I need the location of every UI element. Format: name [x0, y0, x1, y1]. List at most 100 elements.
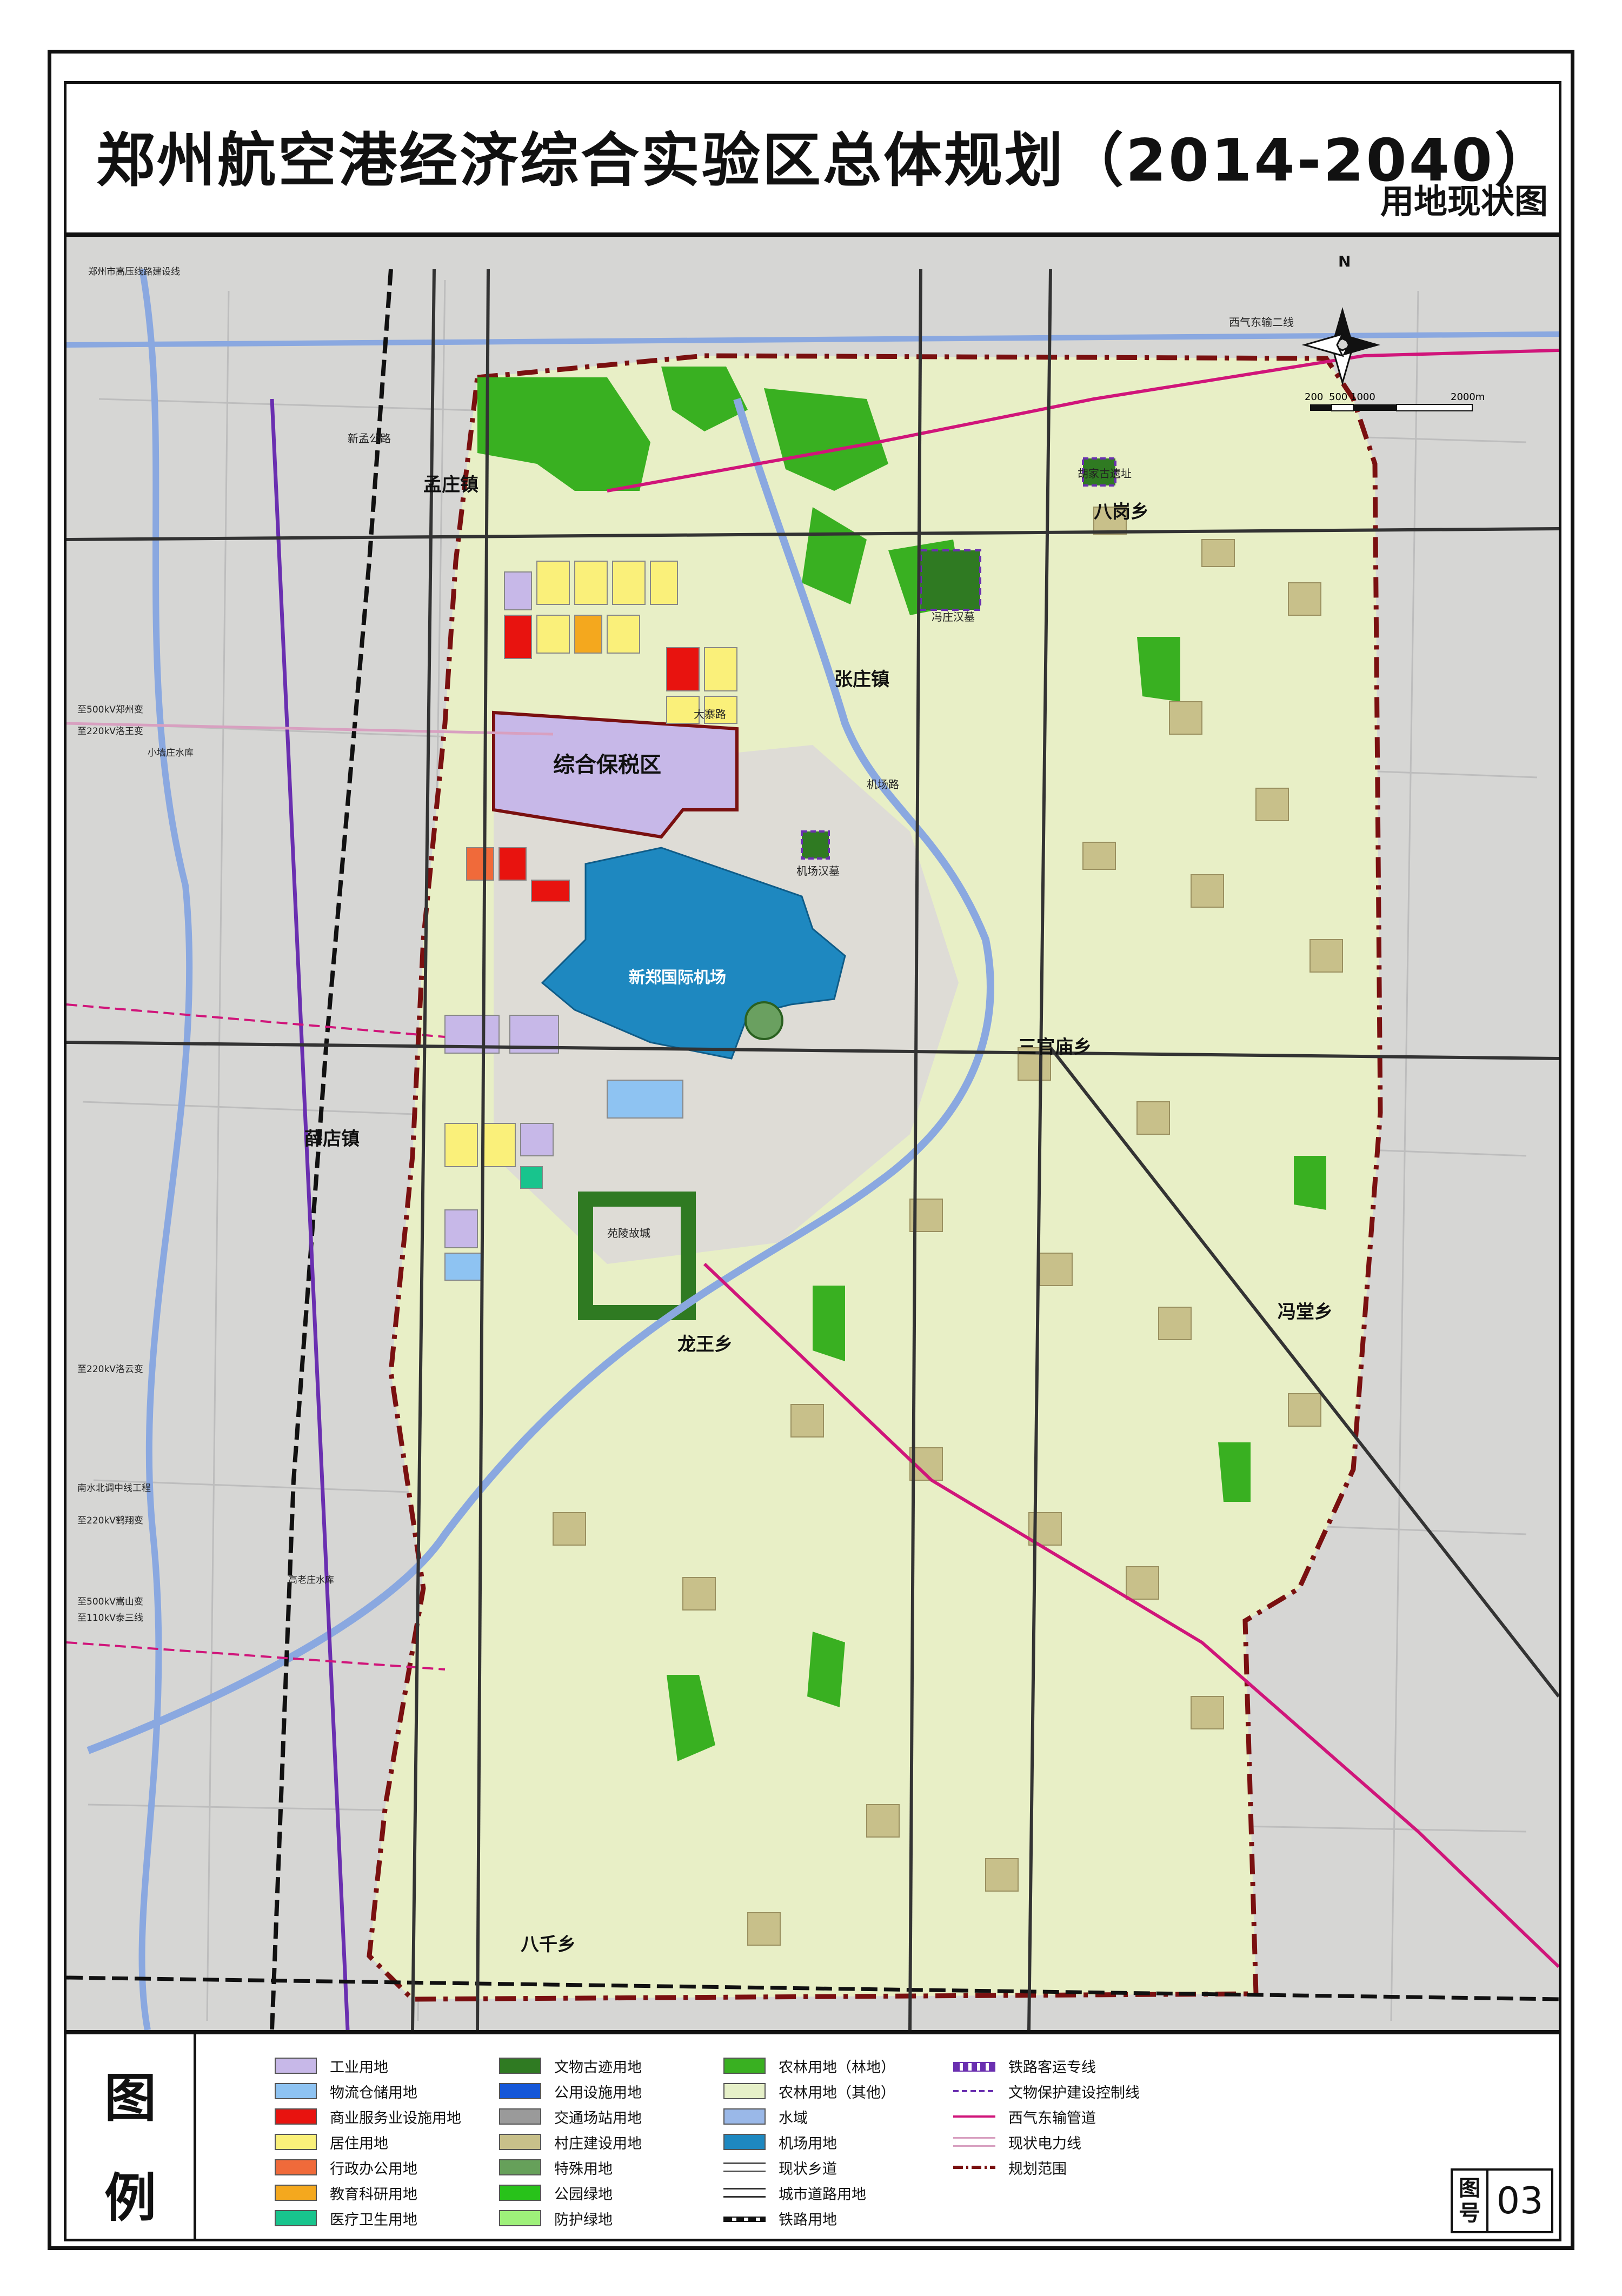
- forest-south-3: [813, 1286, 845, 1361]
- legend-swatch: [953, 2083, 995, 2099]
- annotation-2: 至220kV洛王变: [77, 726, 143, 737]
- label-airport-relics: 机场汉墓: [796, 864, 840, 877]
- figure-number-label: 图号: [1453, 2171, 1488, 2231]
- legend-item: 城市道路用地: [723, 2183, 866, 2203]
- legend-item: 医疗卫生用地: [275, 2208, 417, 2228]
- legend-item: 物流仓储用地: [275, 2081, 417, 2101]
- legend-title: 图 例: [67, 2034, 196, 2239]
- legend-swatch: [275, 2159, 317, 2175]
- legend-label: 农林用地（其他）: [779, 2084, 895, 2101]
- legend-label: 教育科研用地: [330, 2186, 417, 2203]
- legend-item: 教育科研用地: [275, 2183, 417, 2203]
- legend-swatch: [275, 2108, 317, 2125]
- legend-item: 行政办公用地: [275, 2158, 417, 2178]
- legend-swatch: [953, 2058, 995, 2074]
- legend-title-top: 图: [104, 2068, 156, 2128]
- annotation-4: 至220kV洛云变: [77, 1364, 143, 1375]
- legend-label: 公园绿地: [554, 2186, 613, 2203]
- legend-item: 交通场站用地: [499, 2107, 642, 2127]
- legend-label: 公用设施用地: [554, 2084, 642, 2101]
- legend-item: 西气东输管道: [953, 2107, 1096, 2127]
- legend-item: 公园绿地: [499, 2183, 613, 2203]
- label-gaoling-relics: 苑陵故城: [607, 1227, 650, 1240]
- label-airport: 新郑国际机场: [629, 968, 726, 987]
- map-subtitle: 用地现状图: [1380, 182, 1548, 221]
- forest-east-3: [1218, 1442, 1251, 1502]
- legend-swatch: [499, 2108, 541, 2125]
- legend-item: 农林用地（其他）: [723, 2081, 895, 2101]
- legend-panel: 图 例 工业用地物流仓储用地商业服务业设施用地 居住用地行政办公用地 教育科研用地医…: [64, 2032, 1561, 2241]
- legend-label: 文物古迹用地: [554, 2059, 642, 2076]
- annotation-3: 小墙庄水库: [148, 748, 194, 758]
- legend-swatch: [953, 2134, 995, 2150]
- scale-label-200: 200: [1305, 391, 1323, 403]
- legend-label: 居住用地: [330, 2135, 388, 2152]
- north-label: N: [1338, 252, 1351, 270]
- legend-label: 水域: [779, 2109, 808, 2127]
- legend-swatch: [499, 2159, 541, 2175]
- annotation-8: 至110kV泰三线: [77, 1613, 143, 1623]
- legend-item: 特殊用地: [499, 2158, 613, 2178]
- legend-item: 商业服务业设施用地: [275, 2107, 461, 2127]
- annotation-7: 至500kV嵩山变: [77, 1596, 143, 1607]
- fengzhuang-relics-site: [920, 549, 981, 611]
- label-west-east-gas: 西气东输二线: [1229, 316, 1294, 329]
- legend-label: 商业服务业设施用地: [330, 2109, 461, 2127]
- legend-label: 机场用地: [779, 2135, 837, 2152]
- legend-item: 现状电力线: [953, 2132, 1081, 2152]
- legend-swatch: [275, 2083, 317, 2099]
- legend-label: 交通场站用地: [554, 2109, 642, 2127]
- map-title: 郑州航空港经济综合实验区总体规划（2014-2040）: [96, 127, 1555, 195]
- forest-east-1: [1137, 637, 1180, 702]
- figure-number: 03: [1496, 2179, 1544, 2222]
- legend-item: 防护绿地: [499, 2208, 613, 2228]
- legend-item: 农林用地（林地）: [723, 2056, 895, 2076]
- legend-swatch: [275, 2210, 317, 2226]
- label-new-mengzhuang: 新孟公路: [348, 432, 391, 445]
- legend-item: 工业用地: [275, 2056, 388, 2076]
- legend-title-bottom: 例: [104, 2168, 156, 2228]
- legend-label: 医疗卫生用地: [330, 2211, 417, 2228]
- label-baqian: 八千乡: [521, 1934, 576, 1955]
- legend-label: 村庄建设用地: [554, 2135, 642, 2152]
- title-block: 郑州航空港经济综合实验区总体规划（2014-2040） 用地现状图: [64, 81, 1561, 235]
- legend-label: 铁路客运专线: [1008, 2059, 1096, 2076]
- label-bagang-relics: 胡家古遗址: [1078, 467, 1132, 480]
- legend-label: 西气东输管道: [1008, 2109, 1096, 2127]
- figure-number-box: 图号 03: [1451, 2168, 1553, 2233]
- legend-label: 物流仓储用地: [330, 2084, 417, 2101]
- legend-swatch: [723, 2159, 766, 2175]
- legend-item: 机场用地: [723, 2132, 837, 2152]
- scale-label-2000: 2000m: [1451, 391, 1485, 403]
- legend-swatch: [275, 2058, 317, 2074]
- legend-swatch: [723, 2108, 766, 2125]
- legend-swatch: [953, 2159, 995, 2175]
- legend-item: 居住用地: [275, 2132, 388, 2152]
- forest-south-2: [807, 1632, 845, 1707]
- legend-swatch: [275, 2185, 317, 2201]
- legend-label: 特殊用地: [554, 2160, 613, 2178]
- label-sanguanmiao: 三官庙乡: [1018, 1036, 1092, 1058]
- forest-east-2: [1294, 1156, 1326, 1210]
- legend-label: 规划范围: [1008, 2160, 1067, 2178]
- legend-label: 行政办公用地: [330, 2160, 417, 2178]
- annotation-0: 郑州市高压线路建设线: [88, 267, 180, 277]
- legend-item: 规划范围: [953, 2158, 1067, 2178]
- map-panel[interactable]: N 200 500 1000 2000m 孟庄镇 张庄镇 八岗乡 三官庙乡 薛店…: [64, 234, 1561, 2033]
- land-use-map[interactable]: N 200 500 1000 2000m 孟庄镇 张庄镇 八岗乡 三官庙乡 薛店…: [67, 237, 1559, 2030]
- label-airport-road: 机场路: [867, 778, 899, 791]
- legend-label: 文物保护建设控制线: [1008, 2084, 1140, 2101]
- legend-swatch: [499, 2185, 541, 2201]
- legend-label: 工业用地: [330, 2059, 388, 2076]
- legend-item: 铁路用地: [723, 2208, 837, 2228]
- scale-label-1000: 1000: [1351, 391, 1375, 403]
- legend-label: 农林用地（林地）: [779, 2059, 895, 2076]
- legend-label: 铁路用地: [779, 2211, 837, 2228]
- label-mengzhuang: 孟庄镇: [423, 474, 478, 496]
- legend-swatch: [499, 2058, 541, 2074]
- legend-swatch: [723, 2058, 766, 2074]
- annotation-5: 南水北调中线工程: [77, 1483, 151, 1494]
- label-zhangzhuang: 张庄镇: [834, 669, 889, 690]
- legend-item: 公用设施用地: [499, 2081, 642, 2101]
- legend-item: 铁路客运专线: [953, 2056, 1096, 2076]
